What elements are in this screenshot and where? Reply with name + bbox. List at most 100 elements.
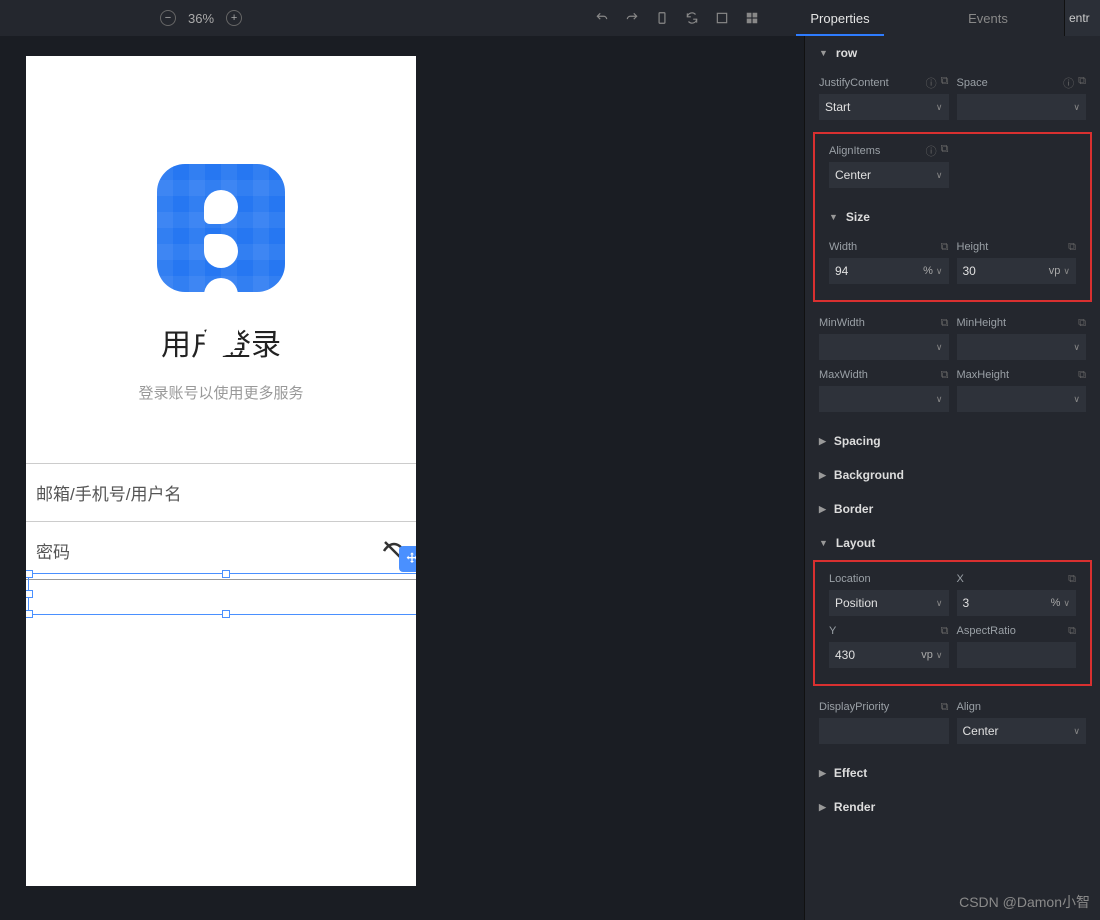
chevron-down-icon: ∨ bbox=[936, 650, 943, 661]
frame-icon[interactable] bbox=[714, 10, 730, 26]
link-icon[interactable]: ⧉ bbox=[941, 701, 949, 714]
toolbar-icons bbox=[594, 10, 760, 26]
chevron-down-icon: ∨ bbox=[936, 394, 943, 405]
justifycontent-select[interactable]: Start∨ bbox=[819, 94, 949, 120]
label-space: Space bbox=[957, 77, 988, 89]
section-layout[interactable]: ▼Layout bbox=[805, 526, 1100, 560]
chevron-down-icon: ∨ bbox=[1063, 598, 1070, 609]
chevron-down-icon: ∨ bbox=[1073, 102, 1080, 113]
chevron-down-icon: ∨ bbox=[1063, 266, 1070, 277]
link-icon[interactable]: ⧉ bbox=[1078, 369, 1086, 382]
link-icon[interactable]: ⧉ bbox=[941, 75, 949, 91]
app-logo bbox=[157, 164, 285, 292]
canvas-viewport[interactable]: 用户登录 登录账号以使用更多服务 邮箱/手机号/用户名 密码 bbox=[0, 36, 804, 920]
chevron-right-icon: ▶ bbox=[819, 768, 826, 779]
align-select[interactable]: Center∨ bbox=[957, 718, 1087, 744]
inspector-tabs: Properties Events bbox=[766, 0, 1062, 36]
label-x: X bbox=[957, 573, 964, 585]
username-input[interactable]: 邮箱/手机号/用户名 bbox=[26, 464, 416, 522]
label-aspectratio: AspectRatio bbox=[957, 625, 1016, 637]
selection-outline[interactable] bbox=[28, 573, 416, 615]
help-icon[interactable]: ⓘ bbox=[1063, 75, 1074, 91]
section-size[interactable]: ▼Size bbox=[815, 200, 1090, 234]
undo-icon[interactable] bbox=[594, 10, 610, 26]
label-maxwidth: MaxWidth bbox=[819, 369, 868, 381]
chevron-down-icon: ∨ bbox=[936, 266, 943, 277]
height-input[interactable]: 30vp ∨ bbox=[957, 258, 1077, 284]
section-border[interactable]: ▶Border bbox=[805, 492, 1100, 526]
chevron-down-icon: ▼ bbox=[819, 538, 828, 548]
zoom-out-button[interactable]: − bbox=[160, 10, 176, 26]
displaypriority-input[interactable] bbox=[819, 718, 949, 744]
section-effect[interactable]: ▶Effect bbox=[805, 756, 1100, 790]
tab-events[interactable]: Events bbox=[914, 0, 1062, 36]
top-toolbar: − 36% + Properties Events entr bbox=[0, 0, 1100, 36]
label-y: Y bbox=[829, 625, 836, 637]
link-icon[interactable]: ⧉ bbox=[941, 241, 949, 254]
chevron-down-icon: ▼ bbox=[819, 48, 828, 58]
move-handle-icon[interactable] bbox=[399, 546, 416, 572]
aspectratio-input[interactable] bbox=[957, 642, 1077, 668]
chevron-down-icon: ∨ bbox=[1073, 342, 1080, 353]
space-input[interactable]: ∨ bbox=[957, 94, 1087, 120]
link-icon[interactable]: ⧉ bbox=[1068, 573, 1076, 586]
chevron-down-icon: ∨ bbox=[936, 102, 943, 113]
zoom-in-button[interactable]: + bbox=[226, 10, 242, 26]
properties-panel: ▼row JustifyContentⓘ⧉ Start∨ Spaceⓘ⧉ ∨ A… bbox=[804, 36, 1100, 920]
help-icon[interactable]: ⓘ bbox=[926, 143, 937, 159]
chevron-right-icon: ▶ bbox=[819, 436, 826, 447]
link-icon[interactable]: ⧉ bbox=[1078, 317, 1086, 330]
label-maxheight: MaxHeight bbox=[957, 369, 1010, 381]
label-minheight: MinHeight bbox=[957, 317, 1007, 329]
link-icon[interactable]: ⧉ bbox=[1068, 241, 1076, 254]
section-spacing[interactable]: ▶Spacing bbox=[805, 424, 1100, 458]
username-placeholder: 邮箱/手机号/用户名 bbox=[36, 480, 181, 505]
chevron-down-icon: ∨ bbox=[1073, 394, 1080, 405]
link-icon[interactable]: ⧉ bbox=[1068, 625, 1076, 638]
width-input[interactable]: 94% ∨ bbox=[829, 258, 949, 284]
zoom-value: 36% bbox=[188, 11, 214, 26]
chevron-right-icon: ▶ bbox=[819, 802, 826, 813]
rotate-icon[interactable] bbox=[684, 10, 700, 26]
y-input[interactable]: 430vp ∨ bbox=[829, 642, 949, 668]
label-alignitems: AlignItems bbox=[829, 145, 880, 157]
device-frame[interactable]: 用户登录 登录账号以使用更多服务 邮箱/手机号/用户名 密码 bbox=[26, 56, 416, 886]
label-height: Height bbox=[957, 241, 989, 253]
password-input[interactable]: 密码 bbox=[26, 522, 416, 580]
location-select[interactable]: Position∨ bbox=[829, 590, 949, 616]
chevron-down-icon: ∨ bbox=[936, 342, 943, 353]
chevron-down-icon: ∨ bbox=[936, 170, 943, 181]
login-subtitle: 登录账号以使用更多服务 bbox=[26, 382, 416, 403]
device-icon[interactable] bbox=[654, 10, 670, 26]
section-render[interactable]: ▶Render bbox=[805, 790, 1100, 824]
maxheight-input[interactable]: ∨ bbox=[957, 386, 1087, 412]
chevron-right-icon: ▶ bbox=[819, 470, 826, 481]
section-row[interactable]: ▼row bbox=[805, 36, 1100, 70]
label-width: Width bbox=[829, 241, 857, 253]
alignitems-select[interactable]: Center∨ bbox=[829, 162, 949, 188]
link-icon[interactable]: ⧉ bbox=[941, 625, 949, 638]
tab-properties[interactable]: Properties bbox=[766, 0, 914, 36]
link-icon[interactable]: ⧉ bbox=[941, 317, 949, 330]
label-align: Align bbox=[957, 701, 981, 713]
section-background[interactable]: ▶Background bbox=[805, 458, 1100, 492]
chevron-down-icon: ∨ bbox=[1073, 726, 1080, 737]
file-tab[interactable]: entr bbox=[1064, 0, 1100, 36]
chevron-down-icon: ∨ bbox=[936, 598, 943, 609]
highlight-region-2: Location Position∨ X ⧉ 3% ∨ Y ⧉ 430vp ∨ As… bbox=[813, 560, 1092, 686]
help-icon[interactable]: ⓘ bbox=[926, 75, 937, 91]
minheight-input[interactable]: ∨ bbox=[957, 334, 1087, 360]
layout-icon[interactable] bbox=[744, 10, 760, 26]
maxwidth-input[interactable]: ∨ bbox=[819, 386, 949, 412]
link-icon[interactable]: ⧉ bbox=[1078, 75, 1086, 91]
link-icon[interactable]: ⧉ bbox=[941, 369, 949, 382]
x-input[interactable]: 3% ∨ bbox=[957, 590, 1077, 616]
password-placeholder: 密码 bbox=[36, 538, 70, 563]
minwidth-input[interactable]: ∨ bbox=[819, 334, 949, 360]
highlight-region-1: AlignItemsⓘ⧉ Center∨ ▼Size Width⧉ 94% ∨ … bbox=[813, 132, 1092, 302]
chevron-right-icon: ▶ bbox=[819, 504, 826, 515]
label-location: Location bbox=[829, 573, 871, 585]
label-minwidth: MinWidth bbox=[819, 317, 865, 329]
redo-icon[interactable] bbox=[624, 10, 640, 26]
link-icon[interactable]: ⧉ bbox=[941, 143, 949, 159]
